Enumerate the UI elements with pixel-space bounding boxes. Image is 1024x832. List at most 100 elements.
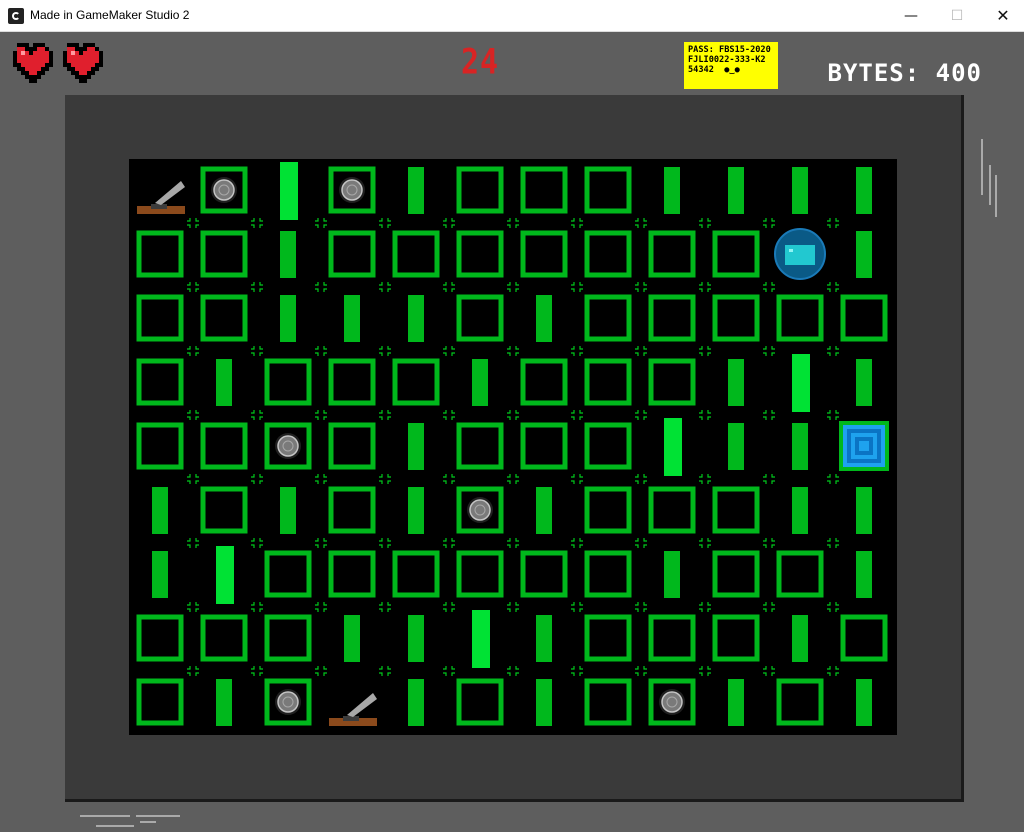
green-bar-tile[interactable] <box>408 615 424 662</box>
maximize-button[interactable]: ☐ <box>934 0 980 31</box>
green-square-tile[interactable] <box>584 550 632 598</box>
green-square-tile[interactable] <box>712 550 760 598</box>
green-bar-tile[interactable] <box>536 295 552 342</box>
green-bar-tile[interactable] <box>792 423 808 470</box>
green-bar-tile[interactable] <box>728 679 744 726</box>
green-bar-tile[interactable] <box>536 487 552 534</box>
green-bar-tile[interactable] <box>728 167 744 214</box>
green-square-tile[interactable] <box>264 550 312 598</box>
green-square-tile[interactable] <box>520 166 568 214</box>
green-bar-tile[interactable] <box>856 231 872 278</box>
green-square-tile[interactable] <box>136 678 184 726</box>
green-square-tile[interactable] <box>456 230 504 278</box>
green-bar-tile[interactable] <box>856 167 872 214</box>
blue-orb-player-icon[interactable] <box>774 228 826 280</box>
green-square-tile[interactable] <box>200 486 248 534</box>
green-square-tile[interactable] <box>648 486 696 534</box>
green-bar-tile[interactable] <box>280 231 296 278</box>
green-square-tile[interactable] <box>840 614 888 662</box>
green-square-tile[interactable] <box>584 678 632 726</box>
green-bar-tile[interactable] <box>344 295 360 342</box>
green-bar-tile[interactable] <box>792 167 808 214</box>
green-bar-tile[interactable] <box>856 551 872 598</box>
green-square-tile[interactable] <box>264 614 312 662</box>
green-bar-tile[interactable] <box>792 487 808 534</box>
green-square-tile[interactable] <box>264 358 312 406</box>
green-square-tile[interactable] <box>456 678 504 726</box>
green-square-tile[interactable] <box>136 358 184 406</box>
green-square-tile[interactable] <box>520 358 568 406</box>
green-bar-tile[interactable] <box>152 551 168 598</box>
green-square-tile[interactable] <box>392 230 440 278</box>
chip-with-disc-tile[interactable] <box>456 486 504 534</box>
green-square-tile[interactable] <box>520 422 568 470</box>
green-bar-tile[interactable] <box>792 615 808 662</box>
green-bar-tile[interactable] <box>216 359 232 406</box>
green-bar-tile[interactable] <box>408 167 424 214</box>
green-bar-tile[interactable] <box>856 487 872 534</box>
lever-switch-icon[interactable] <box>137 181 185 214</box>
chip-with-disc-tile[interactable] <box>328 166 376 214</box>
green-square-tile[interactable] <box>776 678 824 726</box>
green-bar-tile[interactable] <box>536 615 552 662</box>
chip-with-disc-tile[interactable] <box>264 422 312 470</box>
green-bar-tile[interactable] <box>408 679 424 726</box>
green-tall-bar-tile[interactable] <box>216 546 234 604</box>
green-square-tile[interactable] <box>648 230 696 278</box>
green-square-tile[interactable] <box>520 550 568 598</box>
green-square-tile[interactable] <box>712 294 760 342</box>
green-square-tile[interactable] <box>136 422 184 470</box>
green-square-tile[interactable] <box>136 294 184 342</box>
green-bar-tile[interactable] <box>856 679 872 726</box>
green-tall-bar-tile[interactable] <box>664 418 682 476</box>
green-bar-tile[interactable] <box>216 679 232 726</box>
green-square-tile[interactable] <box>840 294 888 342</box>
green-tall-bar-tile[interactable] <box>792 354 810 412</box>
green-bar-tile[interactable] <box>472 359 488 406</box>
green-square-tile[interactable] <box>584 614 632 662</box>
green-bar-tile[interactable] <box>664 551 680 598</box>
green-tall-bar-tile[interactable] <box>472 610 490 668</box>
green-square-tile[interactable] <box>200 614 248 662</box>
green-square-tile[interactable] <box>648 614 696 662</box>
green-square-tile[interactable] <box>328 550 376 598</box>
game-board[interactable] <box>129 159 897 735</box>
minimize-button[interactable]: — <box>888 0 934 31</box>
green-square-tile[interactable] <box>520 230 568 278</box>
green-bar-tile[interactable] <box>408 487 424 534</box>
green-bar-tile[interactable] <box>664 167 680 214</box>
green-square-tile[interactable] <box>328 486 376 534</box>
green-square-tile[interactable] <box>200 230 248 278</box>
green-bar-tile[interactable] <box>280 295 296 342</box>
green-bar-tile[interactable] <box>536 679 552 726</box>
green-square-tile[interactable] <box>200 294 248 342</box>
green-square-tile[interactable] <box>584 358 632 406</box>
green-square-tile[interactable] <box>328 422 376 470</box>
green-bar-tile[interactable] <box>152 487 168 534</box>
blue-portal-exit-icon[interactable] <box>839 421 889 471</box>
green-square-tile[interactable] <box>584 422 632 470</box>
green-square-tile[interactable] <box>648 358 696 406</box>
green-bar-tile[interactable] <box>408 295 424 342</box>
chip-with-disc-tile[interactable] <box>264 678 312 726</box>
green-square-tile[interactable] <box>648 294 696 342</box>
green-square-tile[interactable] <box>328 230 376 278</box>
green-square-tile[interactable] <box>712 230 760 278</box>
green-square-tile[interactable] <box>584 166 632 214</box>
green-square-tile[interactable] <box>776 550 824 598</box>
green-square-tile[interactable] <box>328 358 376 406</box>
green-square-tile[interactable] <box>392 550 440 598</box>
green-square-tile[interactable] <box>584 486 632 534</box>
green-bar-tile[interactable] <box>856 359 872 406</box>
close-button[interactable]: ✕ <box>980 0 1024 31</box>
green-bar-tile[interactable] <box>344 615 360 662</box>
green-square-tile[interactable] <box>712 486 760 534</box>
green-tall-bar-tile[interactable] <box>280 162 298 220</box>
green-square-tile[interactable] <box>584 230 632 278</box>
green-bar-tile[interactable] <box>408 423 424 470</box>
green-square-tile[interactable] <box>456 550 504 598</box>
green-square-tile[interactable] <box>136 230 184 278</box>
green-square-tile[interactable] <box>584 294 632 342</box>
green-square-tile[interactable] <box>712 614 760 662</box>
green-square-tile[interactable] <box>200 422 248 470</box>
